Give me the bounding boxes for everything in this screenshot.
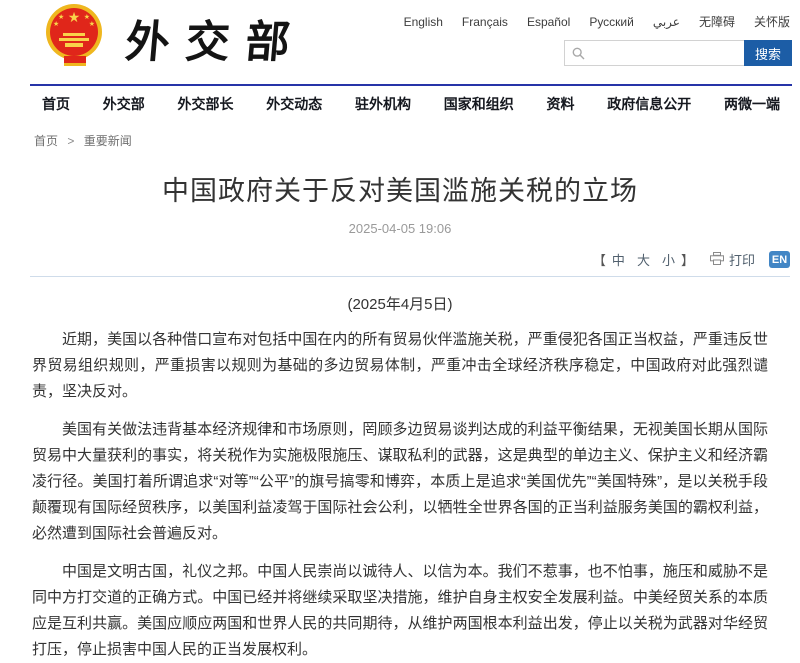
lang-francais[interactable]: Français: [462, 15, 508, 29]
printer-icon: [710, 252, 724, 268]
language-switcher: English Français Español Русский عربي 无障…: [404, 13, 790, 30]
article-dateline: (2025年4月5日): [32, 293, 768, 314]
breadcrumb-current[interactable]: 重要新闻: [84, 134, 132, 148]
article-paragraph: 近期，美国以各种借口宣布对包括中国在内的所有贸易伙伴滥施关税，严重侵犯各国正当权…: [32, 327, 768, 405]
emblem-small-star-icon: ★: [53, 21, 59, 28]
article-paragraph: 美国有关做法违背基本经济规律和市场原则，罔顾多边贸易谈判达成的利益平衡结果，无视…: [32, 417, 768, 547]
lang-accessibility[interactable]: 无障碍: [699, 13, 735, 30]
print-button[interactable]: 打印: [710, 250, 755, 269]
emblem-small-star-icon: ★: [89, 21, 95, 28]
emblem-gate-icon: [59, 38, 89, 41]
lang-english[interactable]: English: [404, 15, 443, 29]
page-title: 中国政府关于反对美国滥施关税的立场: [0, 169, 800, 208]
nav-item-home[interactable]: 首页: [42, 94, 70, 114]
search-button[interactable]: 搜索: [744, 40, 792, 66]
site-header: ★ ★ ★ ★ ★ 外交部 English Français Español Р…: [0, 0, 800, 84]
emblem-gate-icon: [63, 33, 85, 36]
lang-arabic[interactable]: عربي: [653, 15, 680, 29]
font-size-small-button[interactable]: 小: [656, 250, 681, 269]
en-version-button[interactable]: EN: [769, 251, 790, 268]
emblem-red-field: ★ ★ ★ ★ ★: [50, 8, 98, 56]
emblem-ribbon: [64, 56, 86, 66]
lang-russian[interactable]: Русский: [589, 15, 634, 29]
article-toolbar: 【 中 大 小 】 打印 EN: [30, 250, 790, 277]
publish-datetime: 2025-04-05 19:06: [0, 221, 800, 236]
search-bar: 搜索: [564, 40, 792, 66]
font-size-medium-button[interactable]: 中: [606, 250, 631, 269]
emblem-small-star-icon: ★: [58, 14, 64, 21]
nav-item-social-media[interactable]: 两微一端: [724, 94, 780, 114]
bracket-close: 】: [681, 250, 694, 269]
nav-item-minister[interactable]: 外交部长: [178, 94, 234, 114]
emblem-gold-ring: ★ ★ ★ ★ ★: [46, 4, 102, 60]
breadcrumb-home[interactable]: 首页: [34, 134, 58, 148]
lang-espanol[interactable]: Español: [527, 15, 570, 29]
emblem-small-star-icon: ★: [84, 14, 90, 21]
emblem-big-star-icon: ★: [68, 10, 81, 24]
breadcrumb-separator: >: [67, 134, 74, 148]
national-emblem-icon[interactable]: ★ ★ ★ ★ ★: [46, 4, 104, 68]
search-input[interactable]: [564, 40, 744, 66]
nav-item-resources[interactable]: 资料: [547, 94, 575, 114]
emblem-gate-icon: [65, 43, 83, 47]
nav-item-countries-organizations[interactable]: 国家和组织: [444, 94, 514, 114]
ministry-calligraphy-logo[interactable]: 外交部: [123, 6, 309, 70]
bracket-open: 【: [593, 250, 606, 269]
breadcrumb: 首页 > 重要新闻: [34, 132, 800, 149]
nav-item-overseas-missions[interactable]: 驻外机构: [355, 94, 411, 114]
print-label: 打印: [729, 250, 755, 269]
nav-item-ministry[interactable]: 外交部: [103, 94, 145, 114]
lang-care-version[interactable]: 关怀版: [754, 13, 790, 30]
nav-item-diplomatic-activities[interactable]: 外交动态: [266, 94, 322, 114]
article-paragraph: 中国是文明古国，礼仪之邦。中国人民崇尚以诚待人、以信为本。我们不惹事，也不怕事，…: [32, 559, 768, 663]
search-icon: [572, 47, 585, 65]
main-nav: 首页 外交部 外交部长 外交动态 驻外机构 国家和组织 资料 政府信息公开 两微…: [30, 84, 792, 123]
nav-item-gov-info-disclosure[interactable]: 政府信息公开: [607, 94, 691, 114]
font-size-large-button[interactable]: 大: [631, 250, 656, 269]
article-body: (2025年4月5日) 近期，美国以各种借口宣布对包括中国在内的所有贸易伙伴滥施…: [32, 293, 768, 663]
